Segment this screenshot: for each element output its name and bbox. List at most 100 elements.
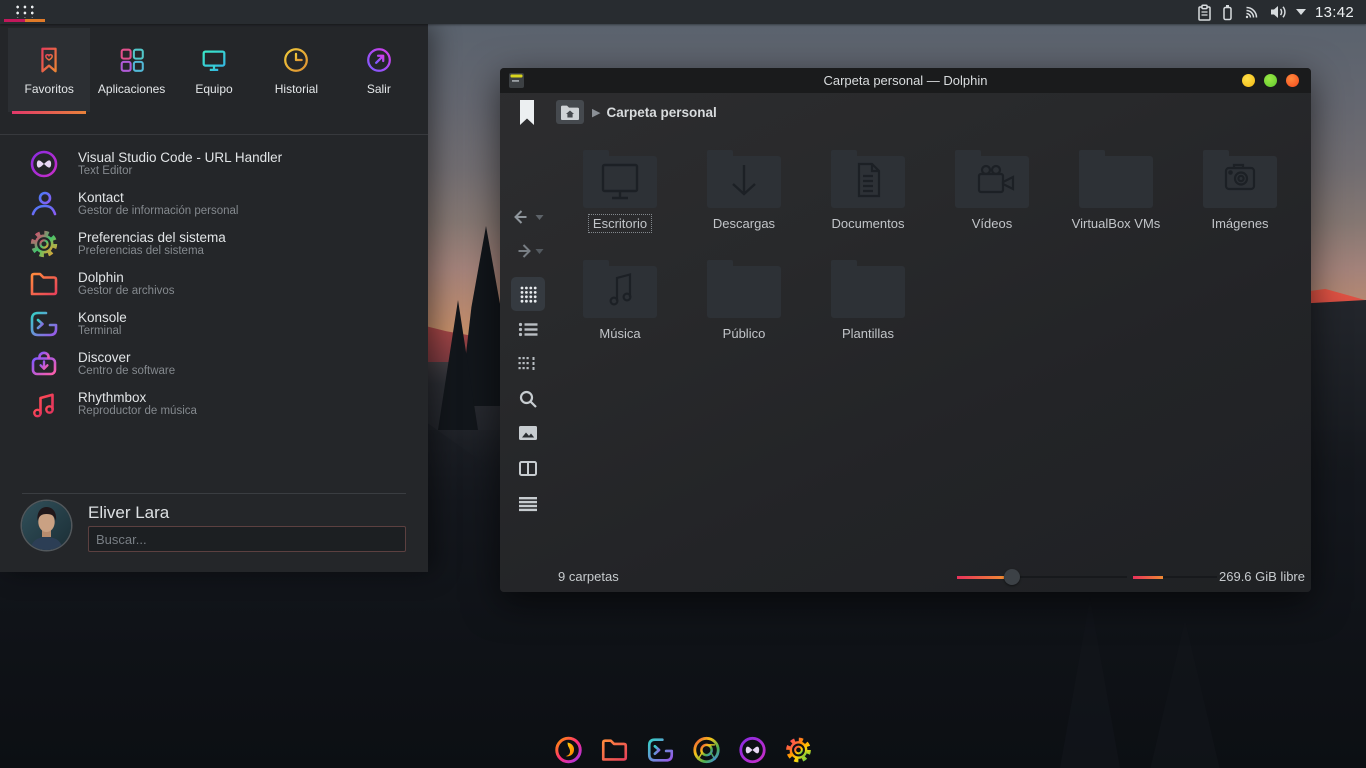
user-area: Eliver Lara (0, 493, 428, 572)
favorite-kontact[interactable]: Kontact Gestor de información personal (0, 184, 428, 224)
tab-label: Salir (367, 82, 391, 96)
maximize-button[interactable] (1264, 74, 1277, 87)
battery-icon[interactable] (1221, 4, 1234, 21)
dock-settings[interactable] (783, 734, 814, 765)
list-view-button[interactable] (519, 322, 538, 337)
folder-documentos[interactable]: Documentos (806, 148, 930, 258)
gear-icon (28, 228, 60, 260)
avatar[interactable] (22, 501, 71, 550)
folder-escritorio[interactable]: Escritorio (558, 148, 682, 258)
menu-divider (0, 134, 428, 135)
forward-button[interactable] (513, 243, 544, 259)
tab-salir[interactable]: Salir (338, 28, 420, 112)
clipboard-icon[interactable] (1197, 4, 1212, 21)
dock-dolphin[interactable] (599, 734, 630, 765)
favorite-title: Preferencias del sistema (78, 230, 226, 245)
folder-plantillas[interactable]: Plantillas (806, 258, 930, 368)
folder-virtualbox-vms[interactable]: VirtualBox VMs (1054, 148, 1178, 258)
disk-usage-bar (1133, 562, 1217, 592)
dock-konsole[interactable] (645, 734, 676, 765)
hamburger-icon (519, 497, 537, 511)
search-button[interactable] (519, 390, 537, 408)
terminal-icon (645, 735, 675, 765)
folder-label: Vídeos (967, 214, 1017, 233)
compact-view-button[interactable] (519, 356, 538, 371)
preview-button[interactable] (519, 426, 537, 440)
favorites-list: Visual Studio Code - URL Handler Text Ed… (0, 144, 428, 424)
favorite-discover[interactable]: Discover Centro de software (0, 344, 428, 384)
bookmark-icon[interactable] (520, 100, 534, 125)
dock-vscode[interactable] (737, 734, 768, 765)
caret-down-icon[interactable] (1296, 9, 1306, 15)
music-note-icon (28, 388, 60, 420)
folder-imagenes[interactable]: Imágenes (1178, 148, 1302, 258)
app-grid-icon (117, 45, 147, 75)
favorite-subtitle: Text Editor (78, 165, 282, 178)
vscode-icon (28, 148, 60, 180)
list-view-icon (519, 322, 538, 337)
close-button[interactable] (1286, 74, 1299, 87)
favorite-preferencias[interactable]: Preferencias del sistema Preferencias de… (0, 224, 428, 264)
tab-favoritos[interactable]: Favoritos (8, 28, 90, 112)
folder-grid: Escritorio Descargas Documentos (558, 148, 1302, 368)
window-title: Carpeta personal — Dolphin (500, 73, 1311, 88)
back-button[interactable] (513, 209, 544, 225)
folder-document-icon (829, 148, 907, 210)
tab-aplicaciones[interactable]: Aplicaciones (90, 28, 172, 112)
tab-label: Equipo (195, 82, 232, 96)
window-titlebar[interactable]: Carpeta personal — Dolphin (500, 68, 1311, 93)
application-menu: Favoritos Aplicaciones Equipo (0, 24, 428, 572)
folder-musica[interactable]: Música (558, 258, 682, 368)
window-sidebar (500, 131, 556, 562)
folder-label: Documentos (827, 214, 910, 233)
volume-icon[interactable] (1269, 4, 1287, 20)
slider-fill (957, 576, 1004, 579)
folder-icon (28, 268, 60, 300)
tab-label: Favoritos (25, 82, 74, 96)
folder-label: Plantillas (837, 324, 899, 343)
folder-music-icon (581, 258, 659, 320)
top-panel: 13:42 (0, 0, 1366, 24)
folder-videos[interactable]: Vídeos (930, 148, 1054, 258)
split-view-icon (519, 461, 537, 476)
favorite-subtitle: Gestor de archivos (78, 285, 175, 298)
chrome-icon (691, 735, 721, 765)
folder-descargas[interactable]: Descargas (682, 148, 806, 258)
network-icon[interactable] (1243, 4, 1260, 20)
folder-publico[interactable]: Público (682, 258, 806, 368)
folder-label: Imágenes (1206, 214, 1273, 233)
favorite-vscode[interactable]: Visual Studio Code - URL Handler Text Ed… (0, 144, 428, 184)
image-icon (519, 426, 537, 440)
folder-icon (599, 735, 629, 765)
slider-handle[interactable] (1004, 569, 1020, 585)
favorite-title: Dolphin (78, 270, 175, 285)
folder-label: Descargas (708, 214, 780, 233)
dock (553, 734, 814, 765)
dock-firefox[interactable] (553, 734, 584, 765)
dock-chrome[interactable] (691, 734, 722, 765)
tab-historial[interactable]: Historial (255, 28, 337, 112)
zoom-slider[interactable] (957, 562, 1127, 592)
favorite-subtitle: Terminal (78, 325, 127, 338)
search-input[interactable] (88, 526, 406, 552)
minimize-button[interactable] (1242, 74, 1255, 87)
app-launcher-button[interactable] (0, 0, 46, 24)
split-view-button[interactable] (519, 461, 537, 476)
system-tray: 13:42 (1197, 4, 1366, 21)
home-button[interactable] (556, 100, 584, 124)
favorite-konsole[interactable]: Konsole Terminal (0, 304, 428, 344)
grid-view-button[interactable] (511, 277, 545, 311)
tab-equipo[interactable]: Equipo (173, 28, 255, 112)
favorite-rhythmbox[interactable]: Rhythmbox Reproductor de música (0, 384, 428, 424)
favorite-title: Kontact (78, 190, 238, 205)
menu-button[interactable] (519, 497, 537, 511)
location-toolbar: ▶ Carpeta personal (500, 93, 1311, 131)
window-controls (1242, 74, 1311, 87)
free-space: 269.6 GiB libre (1219, 569, 1305, 584)
favorite-dolphin[interactable]: Dolphin Gestor de archivos (0, 264, 428, 304)
breadcrumb-location[interactable]: Carpeta personal (606, 105, 716, 120)
folder-label: Escritorio (588, 214, 652, 233)
favorite-title: Discover (78, 350, 175, 365)
clock[interactable]: 13:42 (1315, 4, 1354, 21)
folder-label: VirtualBox VMs (1067, 214, 1166, 233)
